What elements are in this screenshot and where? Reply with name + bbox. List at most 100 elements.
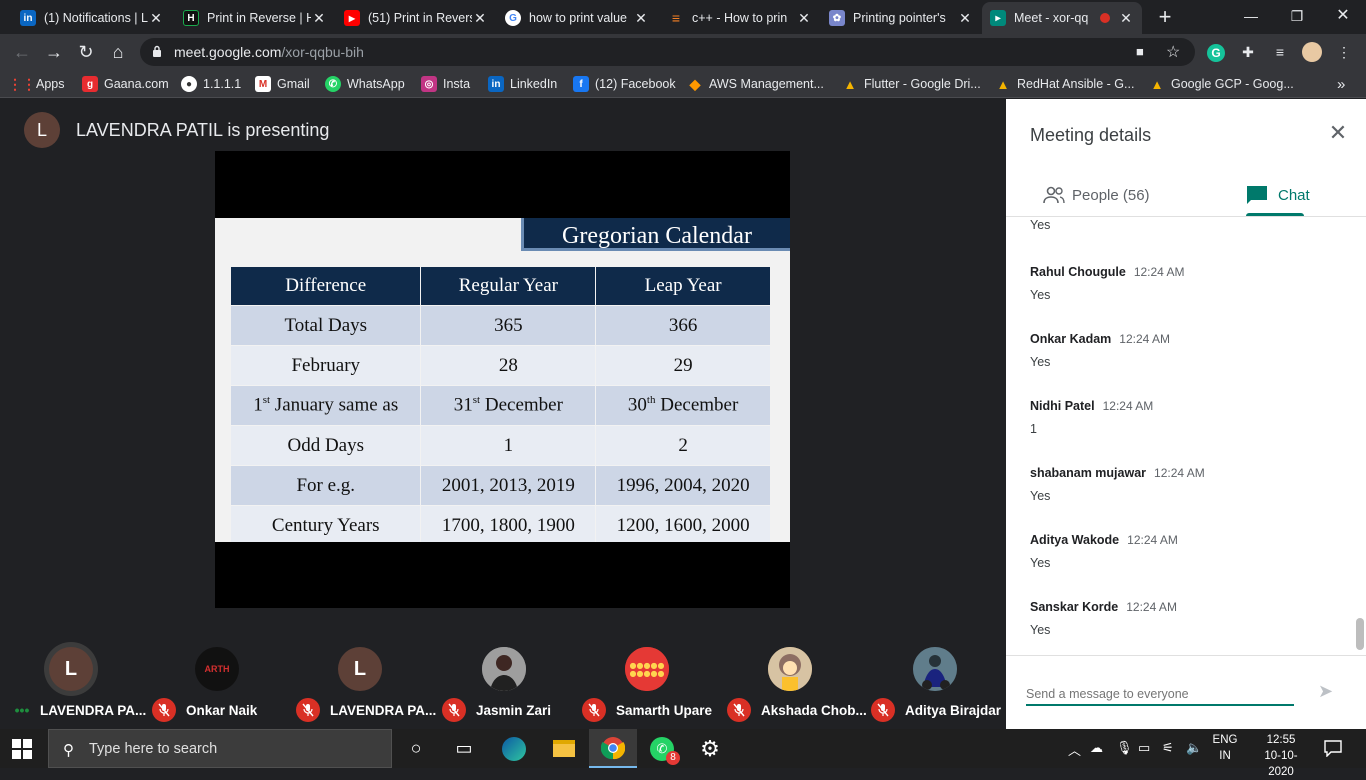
whatsapp-app-icon[interactable]: ✆ 8 [638, 729, 686, 768]
browser-tab[interactable]: Ghow to print value ✕ [497, 2, 657, 34]
url-text: meet.google.com/xor-qqbu-bih [174, 44, 364, 60]
language-indicator[interactable]: ENG IN [1212, 732, 1238, 764]
camera-icon[interactable]: ■ [1136, 44, 1144, 59]
bookmark-star-icon[interactable]: ☆ [1166, 42, 1180, 62]
chat-messages[interactable]: Yes Rahul Chougule 12:24 AM Yes Onkar Kad… [1030, 217, 1350, 655]
forward-button[interactable]: → [42, 40, 66, 64]
system-clock[interactable]: 12:55 10-10-2020 [1256, 732, 1306, 780]
onedrive-icon[interactable]: ☁ [1090, 740, 1103, 756]
participant-tile[interactable]: Akshada Chob... [725, 609, 870, 729]
table-cell: Total Days [229, 305, 422, 346]
browser-tab[interactable]: H Print in Reverse | H ✕ [175, 2, 335, 34]
bookmark-whatsapp[interactable]: ✆ WhatsApp [325, 75, 405, 93]
table-cell: For e.g. [229, 465, 422, 506]
close-panel-icon[interactable]: ✕ [1328, 122, 1348, 144]
facebook-icon: f [573, 76, 589, 92]
bookmark-flutter-drive[interactable]: ▲ Flutter - Google Dri... [842, 75, 981, 93]
minimize-button[interactable]: — [1228, 0, 1274, 32]
chrome-icon[interactable] [589, 729, 637, 768]
bookmark-linkedin[interactable]: in LinkedIn [488, 75, 557, 93]
microphone-icon[interactable]: 🎙 [1116, 740, 1133, 756]
task-view-icon[interactable]: ▭ [440, 729, 488, 768]
presenter-banner: L LAVENDRA PATIL is presenting [24, 112, 329, 148]
bookmark-apps[interactable]: ⋮⋮ Apps [8, 75, 65, 93]
power-icon[interactable]: ▭ [1138, 740, 1150, 756]
participant-tile[interactable]: Aditya Birajdar [870, 609, 1006, 729]
panel-title: Meeting details [1030, 125, 1152, 145]
whatsapp-icon: ✆ [325, 76, 341, 92]
browser-tab[interactable]: ≡ c++ - How to prin ✕ [660, 2, 820, 34]
table-row: For e.g. 2001, 2013, 2019 1996, 2004, 20… [229, 465, 771, 506]
taskbar-search[interactable]: ⚲ Type here to search [48, 729, 392, 768]
send-icon[interactable]: ➤ [1318, 681, 1340, 703]
table-cell: 365 [420, 305, 597, 346]
close-tab-icon[interactable]: ✕ [957, 10, 973, 27]
close-window-button[interactable]: ✕ [1320, 0, 1366, 32]
chat-message-input[interactable] [1026, 684, 1294, 706]
table-cell: 1700, 1800, 1900 [420, 505, 597, 542]
participant-tile[interactable]: ●●●●● ●●●●● Samarth Upare [580, 609, 720, 729]
bookmark-facebook[interactable]: f (12) Facebook [573, 75, 676, 93]
tab-people[interactable]: People (56) [1042, 173, 1150, 217]
more-bookmarks-button[interactable]: » [1337, 75, 1345, 93]
table-cell: 28 [420, 345, 597, 386]
browser-tab[interactable]: ✿ Printing pointer's ✕ [821, 2, 981, 34]
bookmark-gcp-drive[interactable]: ▲ Google GCP - Goog... [1149, 75, 1294, 93]
bookmark-insta[interactable]: ◎ Insta [421, 75, 470, 93]
participant-tile[interactable]: L LAVENDRA PA... [295, 609, 440, 729]
apps-grid-icon: ⋮⋮ [8, 75, 36, 92]
settings-gear-icon[interactable]: ⚙ [686, 729, 734, 768]
extensions-puzzle-icon[interactable]: ✚ [1238, 42, 1258, 62]
chat-scrollbar[interactable] [1356, 618, 1364, 650]
reload-button[interactable]: ↻ [74, 40, 98, 64]
edge-icon[interactable] [490, 729, 538, 768]
site-icon: ✿ [829, 10, 845, 26]
network-icon[interactable]: ⚟ [1162, 740, 1174, 756]
media-control-icon[interactable]: ≡ [1270, 42, 1290, 62]
windows-start-icon[interactable] [12, 739, 32, 759]
browser-tab-active[interactable]: ▸ Meet - xor-qq ✕ [982, 2, 1142, 34]
linkedin-icon: in [20, 10, 36, 26]
grammarly-icon[interactable]: G [1206, 42, 1226, 62]
bookmark-ansible-drive[interactable]: ▲ RedHat Ansible - G... [995, 75, 1135, 93]
instagram-icon: ◎ [421, 76, 437, 92]
cortana-icon[interactable]: ○ [392, 729, 440, 768]
chat-message: Nidhi Patel 12:24 AM 1 [1030, 399, 1154, 436]
bookmark-aws[interactable]: ◆ AWS Management... [687, 75, 824, 93]
show-hidden-icons-chevron[interactable]: ︿ [1068, 740, 1081, 759]
volume-icon[interactable]: 🔈 [1186, 740, 1202, 756]
browser-tab[interactable]: ▶ (51) Print in Revers ✕ [336, 2, 496, 34]
close-tab-icon[interactable]: ✕ [148, 10, 164, 27]
home-button[interactable]: ⌂ [106, 40, 130, 64]
bookmark-1111[interactable]: ● 1.1.1.1 [181, 75, 241, 93]
browser-tab[interactable]: in (1) Notifications | L ✕ [12, 2, 172, 34]
close-tab-icon[interactable]: ✕ [472, 10, 488, 27]
new-tab-button[interactable]: + [1152, 4, 1178, 30]
back-button[interactable]: ← [10, 40, 34, 64]
close-tab-icon[interactable]: ✕ [1118, 10, 1134, 27]
participant-tile[interactable]: ARTH Onkar Naik [150, 609, 290, 729]
tab-chat[interactable]: Chat [1246, 173, 1310, 217]
slide: Gregorian Calendar Difference Regular Ye… [215, 218, 790, 542]
close-tab-icon[interactable]: ✕ [311, 10, 327, 27]
table-cell: 366 [595, 305, 771, 346]
notification-center-icon[interactable] [1324, 739, 1342, 757]
bookmark-gmail[interactable]: M Gmail [255, 75, 310, 93]
mic-muted-icon [871, 698, 895, 722]
close-tab-icon[interactable]: ✕ [633, 10, 649, 27]
avatar [482, 647, 526, 691]
avatar [913, 647, 957, 691]
close-tab-icon[interactable]: ✕ [796, 10, 812, 27]
participant-tile[interactable]: L ••• LAVENDRA PA... [0, 609, 150, 729]
menu-dots-icon[interactable]: ⋮ [1334, 42, 1354, 62]
participant-tile[interactable]: Jasmin Zari [440, 609, 580, 729]
calendar-table: Difference Regular Year Leap Year Total … [229, 266, 771, 542]
table-row: February 28 29 [229, 345, 771, 386]
file-explorer-icon[interactable] [540, 729, 588, 768]
bookmark-gaana[interactable]: g Gaana.com [82, 75, 169, 93]
drive-icon: ▲ [1150, 76, 1164, 92]
profile-avatar[interactable] [1302, 42, 1322, 62]
address-bar[interactable]: meet.google.com/xor-qqbu-bih ■ ☆ [140, 38, 1195, 66]
drive-icon: ▲ [843, 76, 857, 92]
restore-button[interactable]: ❐ [1274, 0, 1320, 32]
